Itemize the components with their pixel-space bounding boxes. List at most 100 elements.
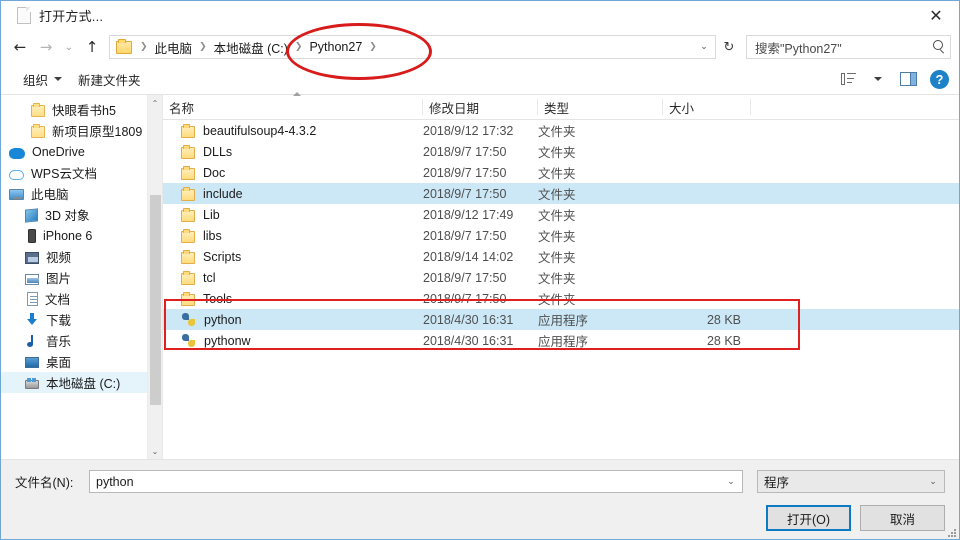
breadcrumb[interactable]: ❯ 此电脑 ❯ 本地磁盘 (C:) ❯ Python27 ❯ ⌄ bbox=[109, 35, 716, 59]
sidebar-item-label: iPhone 6 bbox=[43, 228, 93, 243]
folder-icon bbox=[181, 207, 195, 222]
file-list-pane: 名称 修改日期 类型 大小 beautifulsoup4-4.3.2 2018/9/12… bbox=[163, 92, 959, 459]
close-icon[interactable]: ✕ bbox=[913, 1, 959, 30]
table-row[interactable]: beautifulsoup4-4.3.2 2018/9/12 17:32 文件夹 bbox=[163, 120, 959, 141]
sidebar-item-4[interactable]: 此电脑 bbox=[1, 183, 147, 204]
footer-buttons: 打开(O) 取消 bbox=[15, 505, 945, 531]
file-date-cell: 2018/9/7 17:50 bbox=[423, 270, 507, 285]
file-type-value: 程序 bbox=[764, 476, 790, 490]
file-name-cell: pythonw bbox=[163, 333, 423, 348]
navigation-pane-scrollbar[interactable]: ⌃ ⌄ bbox=[147, 95, 162, 459]
file-size-cell: 28 KB bbox=[706, 333, 741, 348]
music-icon bbox=[25, 334, 39, 348]
sidebar-item-9[interactable]: 文档 bbox=[1, 288, 147, 309]
this-pc-icon bbox=[9, 189, 24, 200]
file-type-cell: 文件夹 bbox=[538, 188, 576, 202]
chevron-down-icon[interactable]: ⌄ bbox=[924, 477, 942, 487]
sidebar-item-1[interactable]: 新项目原型1809 bbox=[1, 120, 147, 141]
sidebar-item-5[interactable]: 3D 对象 bbox=[1, 204, 147, 225]
navigation-pane-list: 快眼看书h5 新项目原型1809 OneDrive WPS云文档此电脑 3D 对象 iPh… bbox=[1, 95, 147, 459]
column-header-0[interactable]: 名称 bbox=[163, 92, 423, 116]
file-name-label: include bbox=[203, 186, 243, 201]
sidebar-item-11[interactable]: 音乐 bbox=[1, 330, 147, 351]
column-header-3[interactable]: 大小 bbox=[663, 99, 751, 116]
file-name-cell: DLLs bbox=[163, 144, 423, 159]
table-row[interactable]: Lib 2018/9/12 17:49 文件夹 bbox=[163, 204, 959, 225]
column-header-label: 大小 bbox=[669, 101, 695, 116]
sort-ascending-icon bbox=[293, 92, 301, 96]
title-bar: 打开方式... ✕ bbox=[1, 1, 959, 30]
filename-input[interactable]: python ⌄ bbox=[89, 470, 743, 493]
sidebar-item-12[interactable]: 桌面 bbox=[1, 351, 147, 372]
table-row[interactable]: include 2018/9/7 17:50 文件夹 bbox=[163, 183, 959, 204]
preview-pane-button[interactable] bbox=[894, 67, 922, 91]
file-name-label: Lib bbox=[203, 207, 220, 222]
breadcrumb-item-local-disk[interactable]: 本地磁盘 (C:) bbox=[211, 38, 291, 57]
chevron-down-icon[interactable]: ⌄ bbox=[695, 42, 713, 52]
table-row[interactable]: DLLs 2018/9/7 17:50 文件夹 bbox=[163, 141, 959, 162]
dialog-footer: 文件名(N): python ⌄ 程序 ⌄ 打开(O) 取消 bbox=[1, 459, 959, 539]
table-row[interactable]: Scripts 2018/9/14 14:02 文件夹 bbox=[163, 246, 959, 267]
organize-label: 组织 bbox=[23, 73, 49, 88]
file-name-cell: Doc bbox=[163, 165, 423, 180]
scroll-up-icon[interactable]: ⌃ bbox=[148, 95, 162, 111]
column-header-1[interactable]: 修改日期 bbox=[423, 99, 538, 116]
sidebar-item-2[interactable]: OneDrive bbox=[1, 141, 147, 162]
scrollbar-thumb[interactable] bbox=[150, 195, 161, 405]
videos-icon bbox=[25, 251, 39, 264]
search-input[interactable]: 搜索"Python27" bbox=[746, 35, 951, 59]
preview-pane-icon bbox=[899, 72, 917, 86]
file-type-cell: 应用程序 bbox=[538, 335, 589, 349]
file-name-label: Doc bbox=[203, 165, 226, 180]
folder-icon bbox=[31, 102, 45, 117]
file-type-cell: 文件夹 bbox=[538, 125, 576, 139]
up-icon[interactable]: ↑ bbox=[79, 34, 105, 60]
sidebar-item-label: OneDrive bbox=[32, 144, 85, 159]
recent-locations-icon[interactable]: ⌄ bbox=[59, 34, 79, 60]
breadcrumb-item-this-pc[interactable]: 此电脑 bbox=[152, 38, 196, 57]
chevron-down-icon[interactable]: ⌄ bbox=[722, 477, 740, 487]
file-name-cell: Lib bbox=[163, 207, 423, 222]
table-row[interactable]: python 2018/4/30 16:31 应用程序 28 KB bbox=[163, 309, 959, 330]
cancel-button[interactable]: 取消 bbox=[860, 505, 945, 531]
sidebar-item-7[interactable]: 视频 bbox=[1, 246, 147, 267]
sidebar-item-13[interactable]: 本地磁盘 (C:) bbox=[1, 372, 147, 393]
desktop-icon bbox=[25, 357, 39, 368]
column-header-2[interactable]: 类型 bbox=[538, 99, 663, 116]
sidebar-item-label: 桌面 bbox=[46, 356, 72, 370]
python-icon bbox=[181, 333, 196, 348]
file-date-cell: 2018/4/30 16:31 bbox=[423, 333, 514, 348]
table-row[interactable]: Tools 2018/9/7 17:50 文件夹 bbox=[163, 288, 959, 309]
table-row[interactable]: libs 2018/9/7 17:50 文件夹 bbox=[163, 225, 959, 246]
file-date-cell: 2018/9/7 17:50 bbox=[423, 144, 507, 159]
help-button[interactable]: ? bbox=[930, 69, 949, 89]
forward-icon[interactable]: → bbox=[33, 34, 59, 60]
open-button[interactable]: 打开(O) bbox=[766, 505, 851, 531]
view-options-dropdown[interactable] bbox=[864, 67, 892, 91]
view-options-button[interactable] bbox=[834, 67, 862, 91]
refresh-icon[interactable]: ↻ bbox=[718, 35, 740, 59]
organize-button[interactable]: 组织 bbox=[15, 67, 70, 92]
sidebar-item-10[interactable]: 下载 bbox=[1, 309, 147, 330]
table-row[interactable]: tcl 2018/9/7 17:50 文件夹 bbox=[163, 267, 959, 288]
sidebar-item-3[interactable]: WPS云文档 bbox=[1, 162, 147, 183]
downloads-icon bbox=[25, 313, 39, 327]
sidebar-item-6[interactable]: iPhone 6 bbox=[1, 225, 147, 246]
file-type-cell: 文件夹 bbox=[538, 293, 576, 307]
resize-grip[interactable] bbox=[946, 527, 956, 537]
file-type-cell: 文件夹 bbox=[538, 251, 576, 265]
file-type-filter[interactable]: 程序 ⌄ bbox=[757, 470, 945, 493]
scroll-down-icon[interactable]: ⌄ bbox=[148, 443, 162, 459]
sidebar-item-label: 此电脑 bbox=[31, 188, 69, 202]
breadcrumb-separator: ❯ bbox=[199, 42, 207, 52]
sidebar-item-0[interactable]: 快眼看书h5 bbox=[1, 99, 147, 120]
table-row[interactable]: pythonw 2018/4/30 16:31 应用程序 28 KB bbox=[163, 330, 959, 351]
table-row[interactable]: Doc 2018/9/7 17:50 文件夹 bbox=[163, 162, 959, 183]
back-icon[interactable]: ← bbox=[7, 34, 33, 60]
disk-icon bbox=[25, 378, 39, 389]
column-header-label: 名称 bbox=[169, 101, 195, 116]
new-folder-button[interactable]: 新建文件夹 bbox=[70, 67, 149, 92]
command-toolbar: 组织 新建文件夹 ? bbox=[1, 64, 959, 95]
breadcrumb-item-python27[interactable]: Python27 bbox=[306, 40, 365, 54]
sidebar-item-8[interactable]: 图片 bbox=[1, 267, 147, 288]
